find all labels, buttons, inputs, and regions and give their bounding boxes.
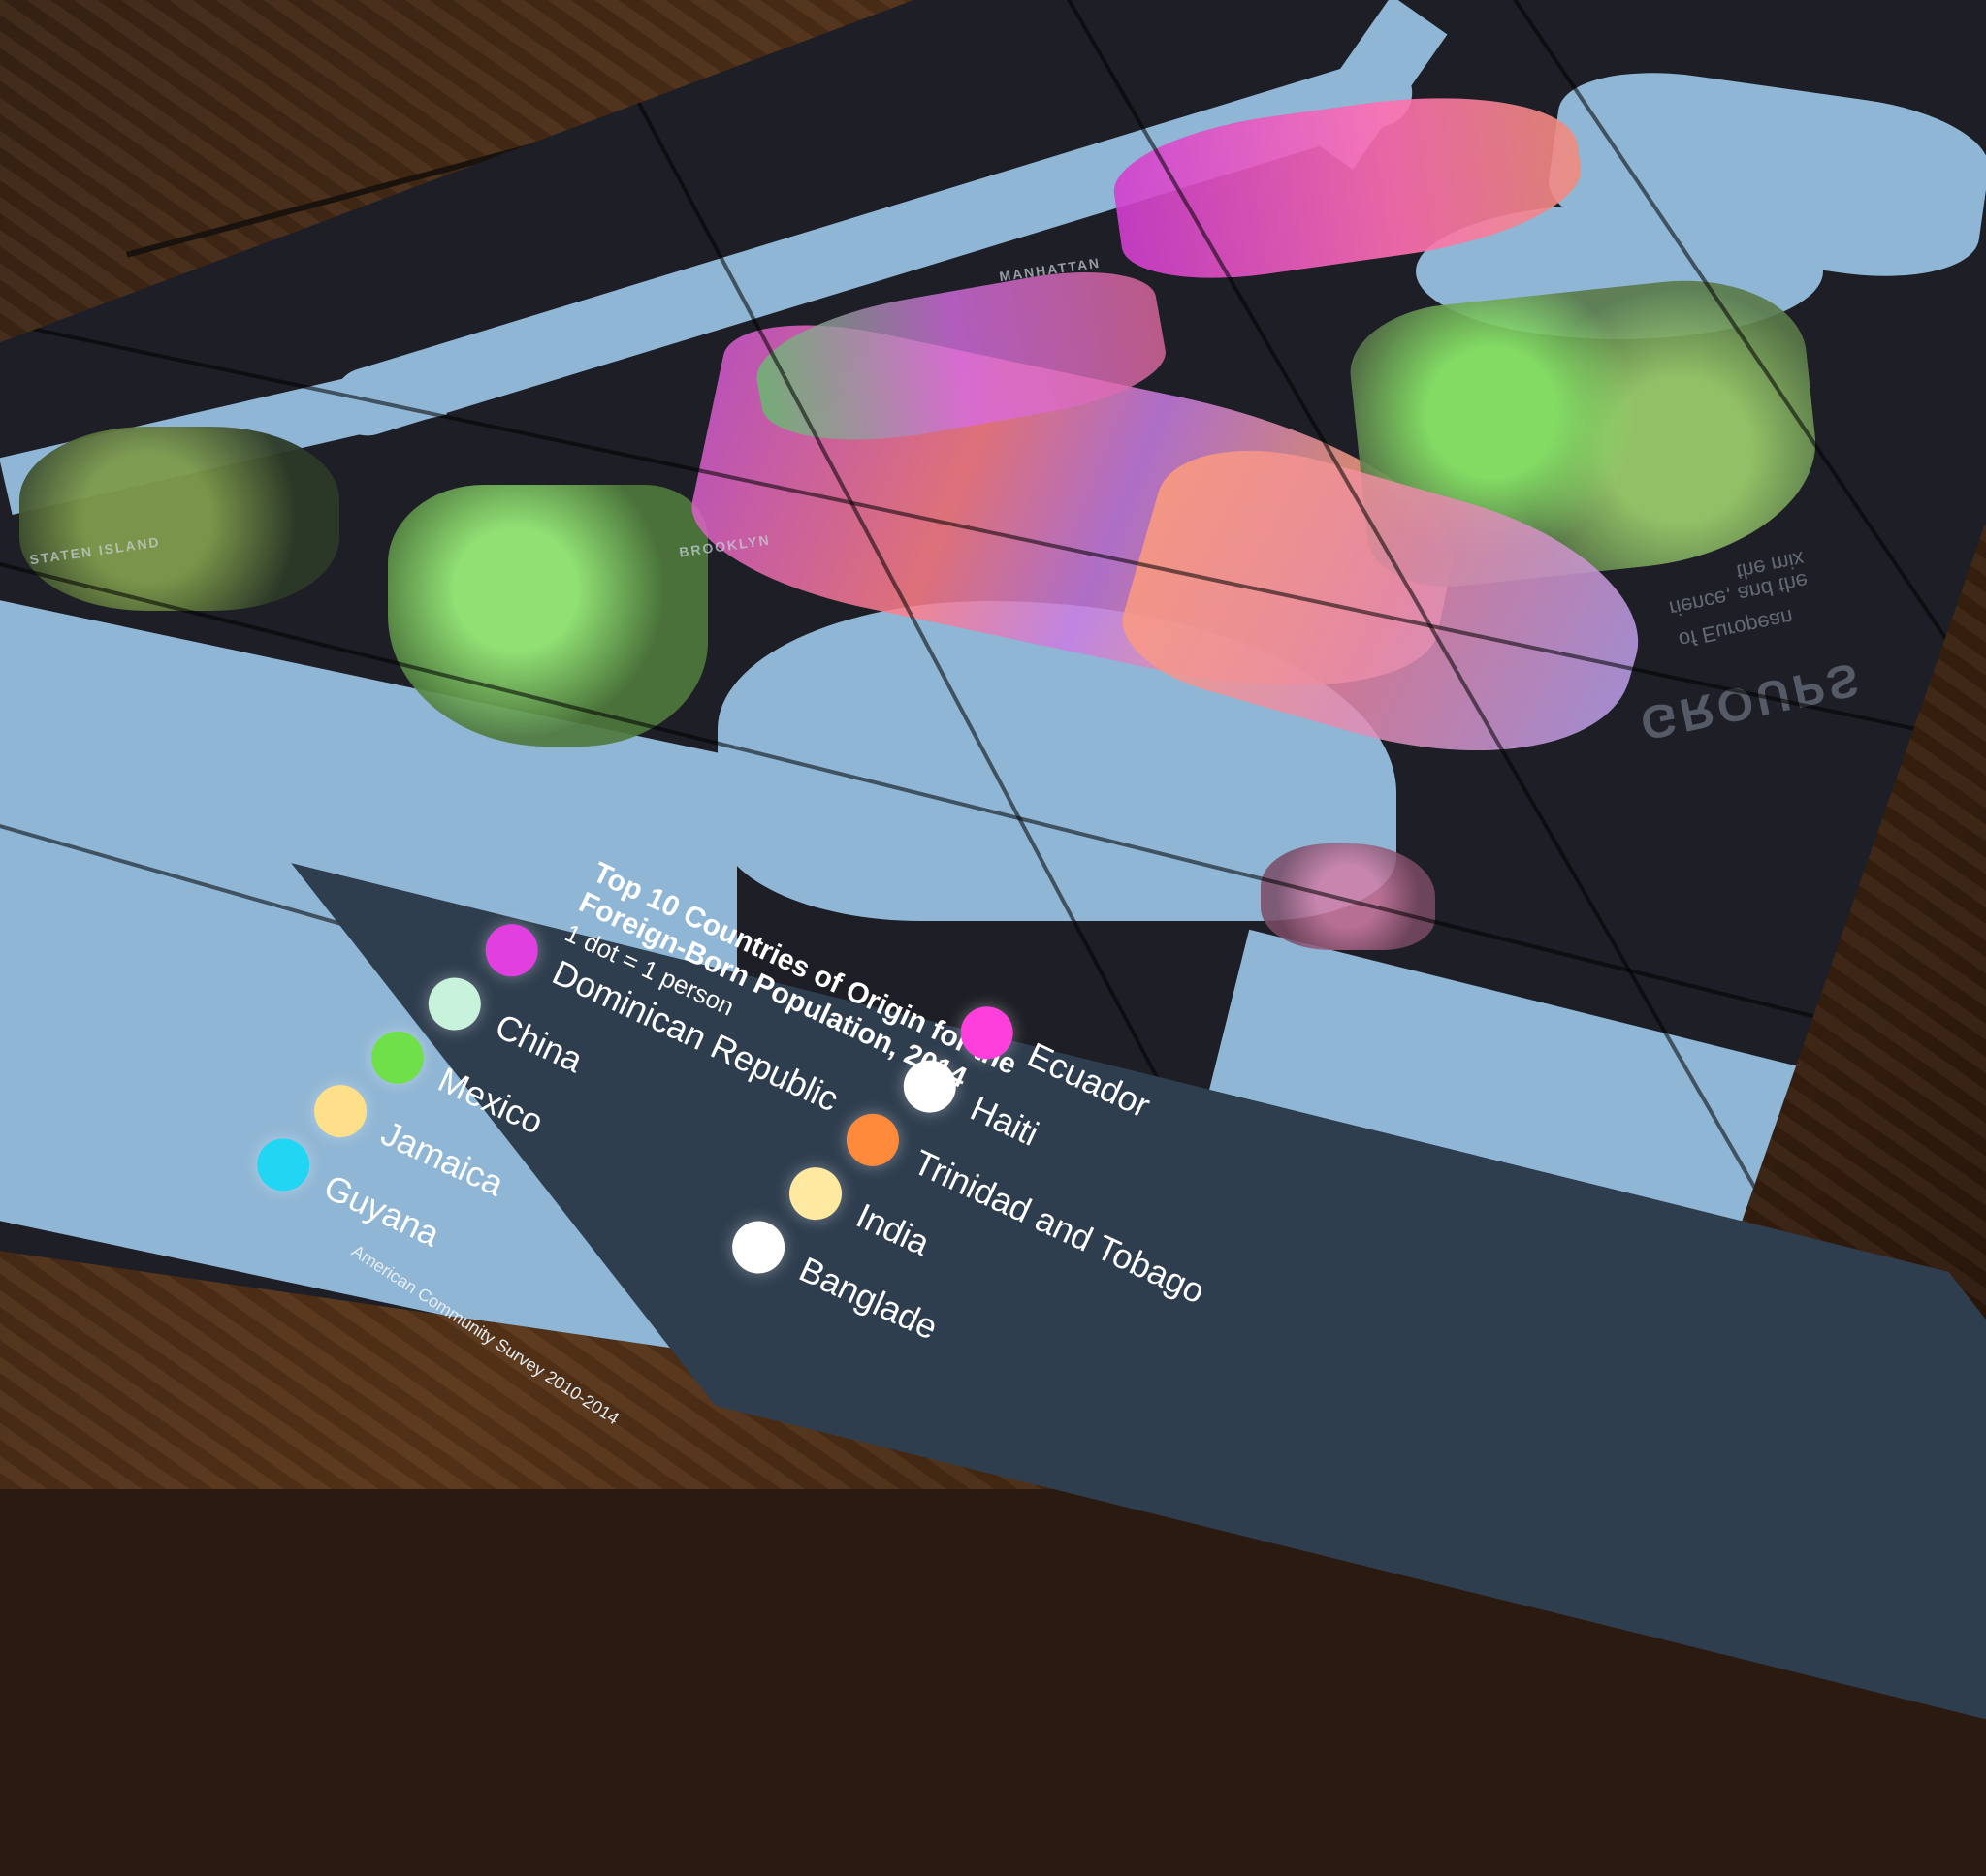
legend-swatch (838, 1105, 908, 1175)
dots-sunset-park (388, 485, 708, 747)
legend-swatch (781, 1159, 850, 1229)
mirrored-heading: GROUPS (1636, 652, 1868, 749)
legend-label: India (849, 1194, 937, 1264)
legend-label: Mexico (432, 1059, 550, 1142)
legend-label: Trinidad and Tobago (907, 1141, 1211, 1312)
dots-rockaway (1261, 843, 1435, 950)
legend-label: Banglade (793, 1249, 945, 1348)
legend-label: China (489, 1005, 590, 1081)
legend-swatch (723, 1212, 794, 1283)
